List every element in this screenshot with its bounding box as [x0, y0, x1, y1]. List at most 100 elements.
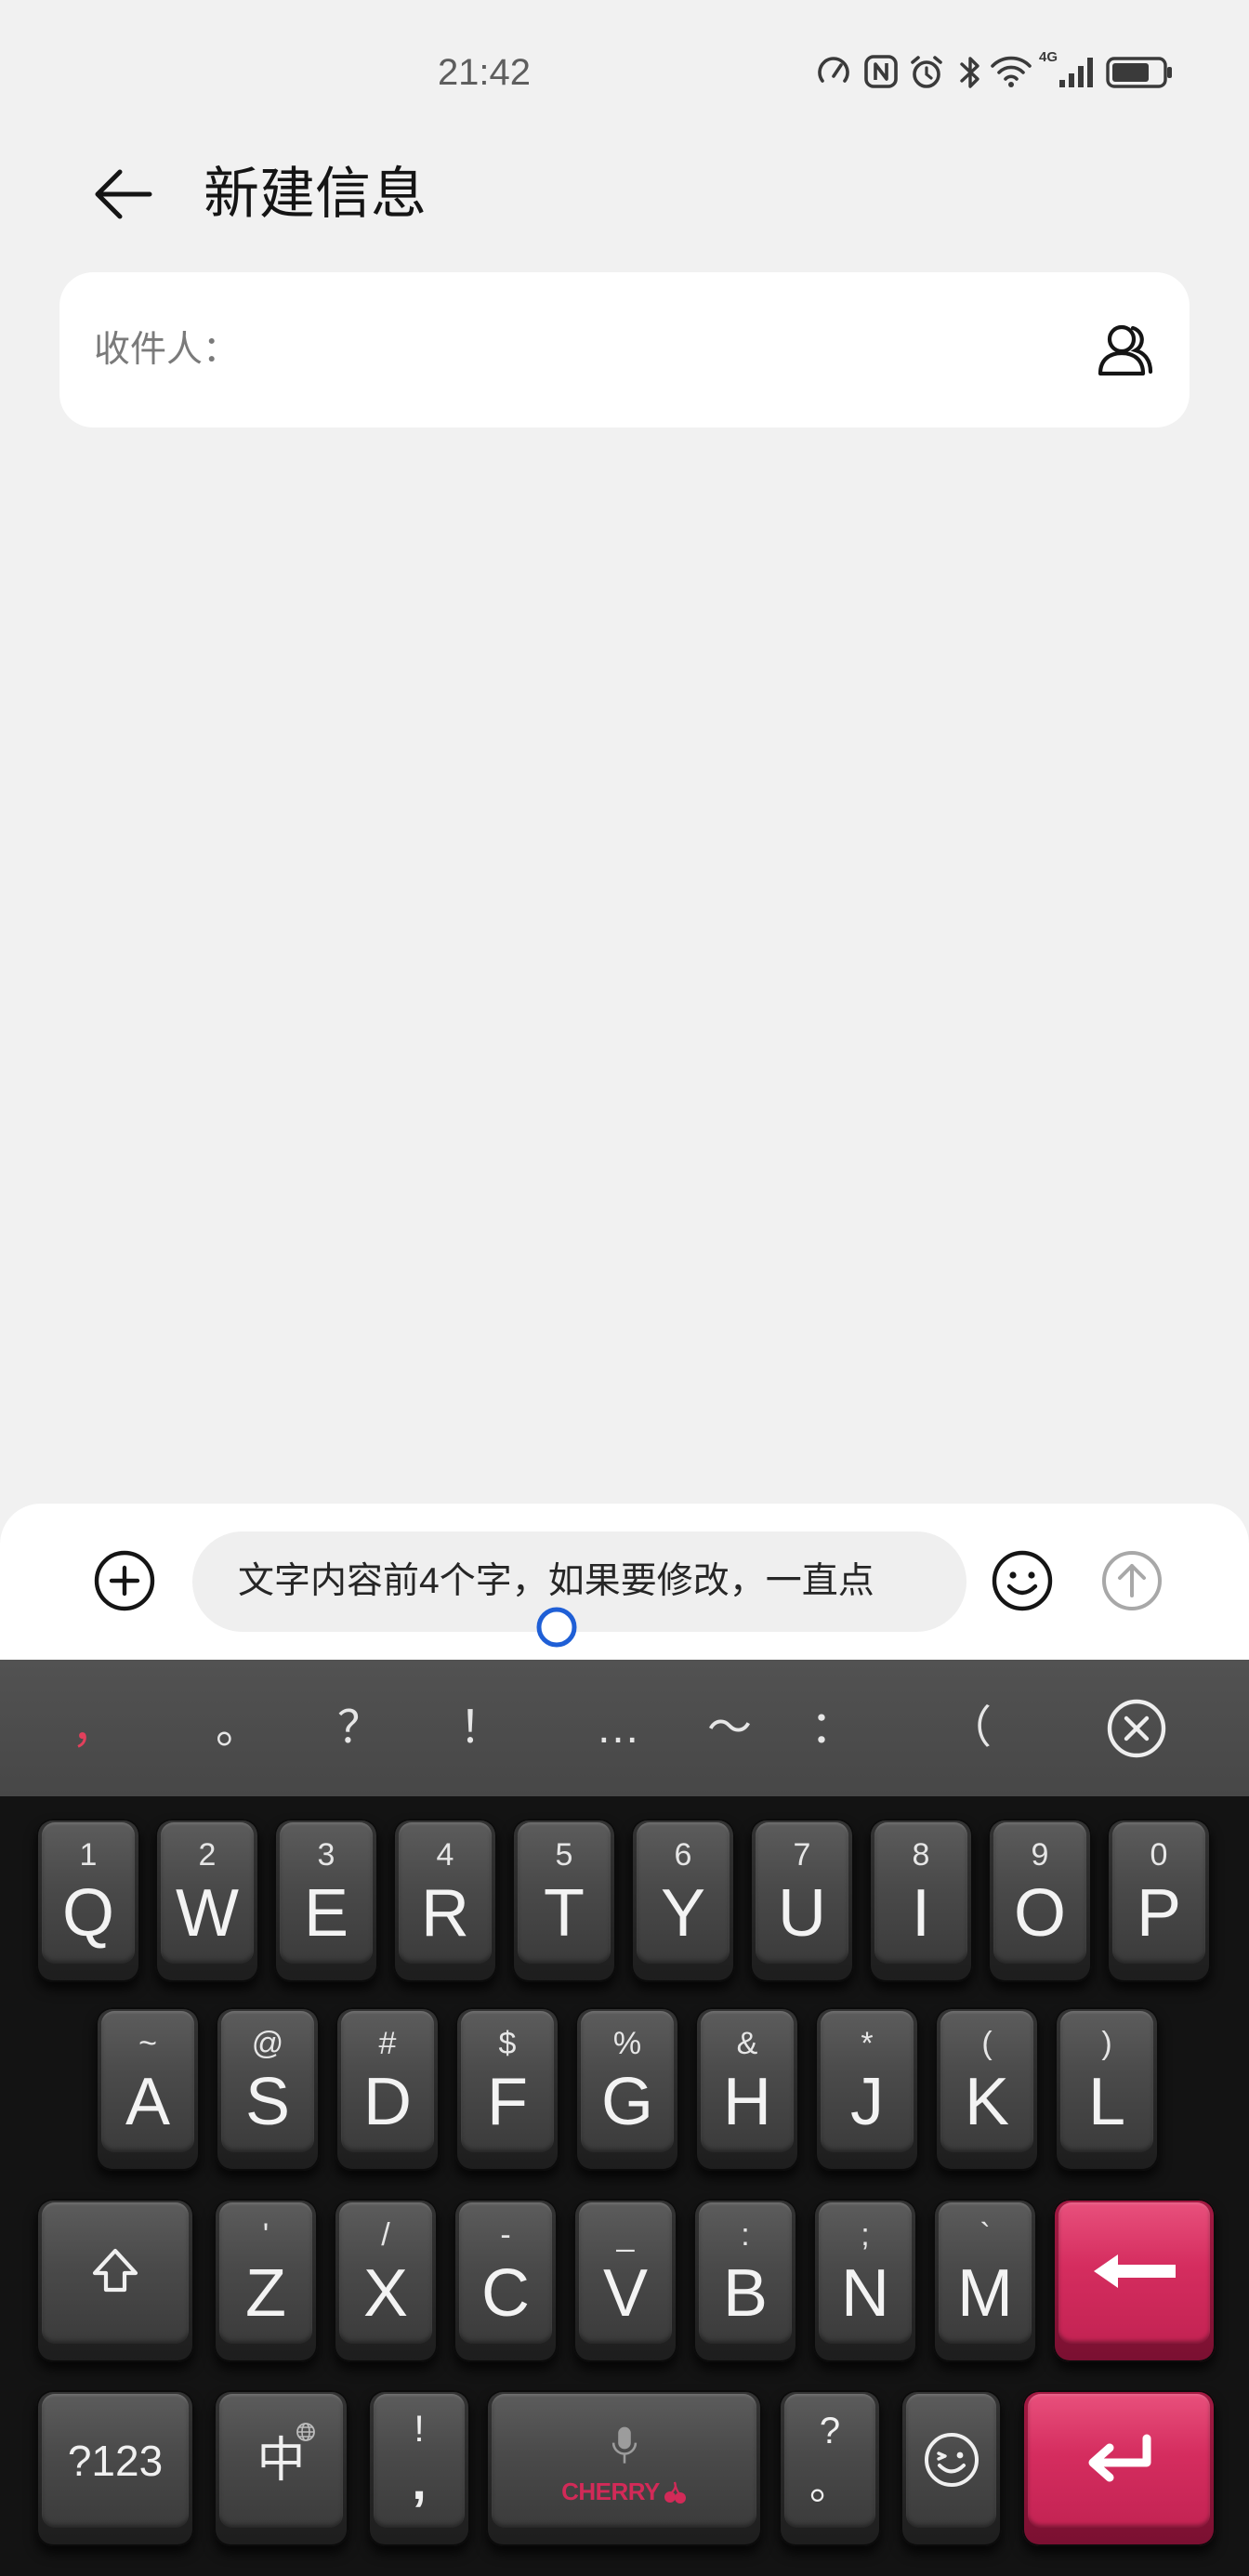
key-hint: @: [251, 2026, 284, 2061]
battery-fill: [1112, 63, 1149, 82]
speedometer-icon: [816, 54, 851, 94]
key-m[interactable]: ` M: [933, 2199, 1037, 2362]
candidate-symbol[interactable]: ！: [444, 1701, 519, 1756]
enter-key[interactable]: [1022, 2390, 1216, 2546]
key-a[interactable]: ~ A: [96, 2007, 200, 2171]
key-o[interactable]: 9O: [988, 1819, 1092, 1982]
backspace-icon: [1093, 2254, 1176, 2288]
key-l[interactable]: ) L: [1055, 2007, 1159, 2171]
key-v[interactable]: _ V: [573, 2199, 677, 2362]
nfc-icon: [863, 54, 899, 94]
emoji-key-icon: [924, 2433, 979, 2487]
key-hint: 4: [436, 1837, 454, 1873]
key-label: R: [421, 1876, 469, 1951]
key-hint: ': [262, 2217, 270, 2253]
key-e[interactable]: 3E: [274, 1819, 378, 1982]
contacts-button[interactable]: [1094, 320, 1155, 381]
alarm-clock-icon: [908, 54, 945, 96]
key-t[interactable]: 5T: [512, 1819, 616, 1982]
key-label: K: [964, 2065, 1010, 2139]
key-label: V: [602, 2256, 649, 2331]
cellular-signal-icon: 4G: [1039, 50, 1098, 91]
key-p[interactable]: 0P: [1107, 1819, 1211, 1982]
key-h[interactable]: & H: [695, 2007, 799, 2171]
key-hint: ;: [861, 2217, 870, 2253]
key-w[interactable]: 2W: [155, 1819, 259, 1982]
text-cursor-handle[interactable]: [535, 1606, 578, 1649]
back-button[interactable]: [89, 164, 156, 225]
key-label: C: [481, 2256, 530, 2331]
back-arrow-icon: [95, 169, 152, 219]
key-g[interactable]: % G: [575, 2007, 679, 2171]
period-key-label: 。: [809, 2463, 850, 2508]
key-label: I: [911, 1876, 930, 1951]
language-switch-key[interactable]: 中: [214, 2390, 348, 2546]
status-time: 21:42: [437, 52, 532, 93]
key-hint: ~: [138, 2026, 157, 2061]
key-z[interactable]: ' Z: [214, 2199, 318, 2362]
key-hint: (: [981, 2026, 993, 2061]
keyboard-row-3: ' Z / X -C _ V :B ; N ` M: [214, 2199, 1037, 2362]
clear-circle-icon: [1107, 1699, 1166, 1758]
key-hint: /: [381, 2217, 390, 2253]
key-label: W: [176, 1876, 239, 1951]
key-u[interactable]: 7U: [750, 1819, 854, 1982]
candidate-symbol[interactable]: ，: [57, 1701, 131, 1756]
comma-key-alt-label: !: [414, 2409, 425, 2450]
key-hint: 7: [793, 1837, 811, 1873]
candidate-symbol[interactable]: ？: [322, 1701, 397, 1756]
recipient-field[interactable]: 收件人：: [59, 272, 1190, 427]
key-label: N: [841, 2256, 889, 2331]
emoji-key[interactable]: [901, 2390, 1002, 2546]
symbols-mode-key[interactable]: ?123: [36, 2390, 194, 2546]
candidate-symbol[interactable]: ：: [795, 1701, 870, 1756]
key-s[interactable]: @ S: [216, 2007, 320, 2171]
shift-icon: [92, 2248, 138, 2293]
enter-icon: [1088, 2434, 1151, 2482]
attach-button[interactable]: [93, 1549, 156, 1612]
key-b[interactable]: :B: [693, 2199, 797, 2362]
candidate-symbol[interactable]: 。: [201, 1701, 275, 1756]
language-label: 中: [256, 2434, 306, 2488]
key-hint: #: [378, 2026, 397, 2061]
recipient-label: 收件人：: [94, 330, 240, 370]
message-input[interactable]: 文字内容前4个字，如果要修改，一直点: [192, 1531, 966, 1632]
candidate-symbol[interactable]: …: [581, 1701, 655, 1756]
key-c[interactable]: -C: [454, 2199, 558, 2362]
key-j[interactable]: * J: [815, 2007, 919, 2171]
key-label: U: [778, 1876, 826, 1951]
candidate-symbol[interactable]: （: [932, 1701, 1006, 1756]
wifi-icon: [990, 54, 1032, 94]
cherry-logo-icon: [664, 2481, 686, 2504]
key-y[interactable]: 6Y: [631, 1819, 735, 1982]
shift-key[interactable]: [36, 2199, 194, 2362]
key-label: J: [850, 2065, 884, 2139]
key-label: S: [244, 2065, 291, 2139]
backspace-key[interactable]: [1053, 2199, 1216, 2362]
key-label: E: [303, 1876, 349, 1951]
candidate-symbol[interactable]: ～: [692, 1701, 767, 1756]
comma-key[interactable]: ! ,: [368, 2390, 470, 2546]
key-hint: -: [500, 2217, 511, 2253]
key-k[interactable]: (K: [935, 2007, 1039, 2171]
key-label: H: [723, 2065, 771, 2139]
microphone-icon: [611, 2426, 637, 2464]
period-key[interactable]: ? 。: [779, 2390, 881, 2546]
key-hint: 6: [674, 1837, 692, 1873]
key-f[interactable]: $ F: [455, 2007, 559, 2171]
key-hint: _: [616, 2217, 635, 2253]
key-hint: %: [612, 2026, 642, 2061]
key-r[interactable]: 4R: [393, 1819, 497, 1982]
space-key[interactable]: CHERRY: [486, 2390, 762, 2546]
key-x[interactable]: / X: [334, 2199, 438, 2362]
key-d[interactable]: # D: [335, 2007, 440, 2171]
send-button[interactable]: [1100, 1549, 1164, 1612]
emoji-button[interactable]: [991, 1549, 1054, 1612]
key-n[interactable]: ; N: [813, 2199, 917, 2362]
clear-candidates-button[interactable]: [1106, 1698, 1167, 1759]
key-label: A: [125, 2065, 171, 2139]
key-i[interactable]: 8I: [869, 1819, 973, 1982]
keyboard-row-1: 1Q 2W 3E 4R 5T 6Y 7U 8I 9O 0P: [36, 1819, 1211, 1982]
key-q[interactable]: 1Q: [36, 1819, 140, 1982]
bluetooth-icon: [958, 54, 982, 96]
